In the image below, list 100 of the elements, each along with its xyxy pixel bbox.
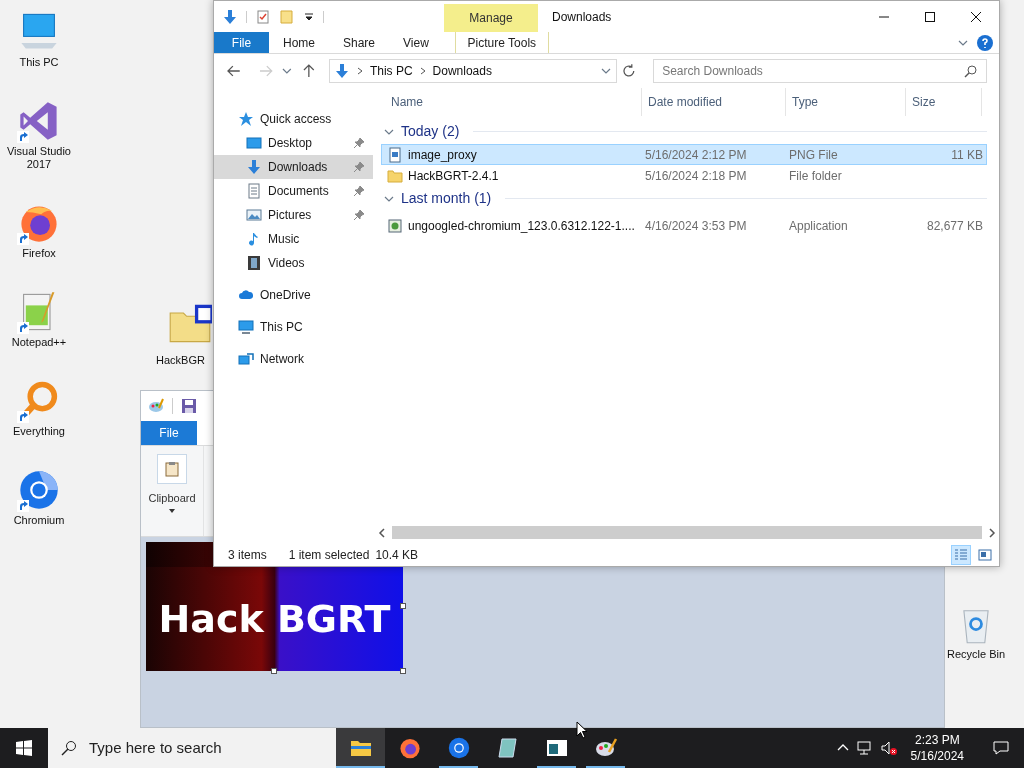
scroll-right-icon[interactable]	[986, 526, 998, 539]
network-icon[interactable]	[856, 740, 873, 756]
manage-tab[interactable]: Manage	[444, 4, 538, 32]
pin-icon[interactable]	[353, 185, 365, 197]
desktop-icon-label[interactable]: Recycle Bin	[946, 648, 1006, 661]
file-type: File folder	[788, 167, 843, 185]
desktop-icon-label[interactable]: Everything	[13, 425, 65, 438]
clipboard-group-label[interactable]: Clipboard	[148, 490, 196, 507]
resize-handle[interactable]	[400, 668, 406, 674]
resize-handle[interactable]	[400, 603, 406, 609]
nav-item[interactable]: Downloads	[214, 155, 373, 179]
column-header[interactable]: Name	[391, 93, 423, 111]
download-arrow-icon	[333, 63, 350, 79]
shortcut-arrow-icon	[17, 411, 29, 423]
column-header[interactable]: Date modified	[648, 93, 723, 111]
taskbar-search-field[interactable]: Type here to search	[48, 728, 336, 768]
image-edge	[146, 542, 213, 567]
file-row[interactable]: image_proxy 5/16/2024 2:12 PM PNG File 11 KB	[381, 144, 987, 165]
horizontal-scrollbar[interactable]	[392, 526, 982, 539]
ribbon-tab[interactable]: Share	[329, 32, 390, 53]
network-icon	[238, 351, 254, 367]
download-arrow-icon	[222, 8, 238, 25]
chromium-icon	[446, 736, 471, 760]
ribbon-tab[interactable]: Picture Tools	[454, 32, 549, 53]
nav-item-label: OneDrive	[260, 287, 311, 304]
dropdown-caret-icon[interactable]	[303, 10, 315, 23]
nav-item[interactable]: OneDrive	[214, 283, 373, 307]
running-indicator	[439, 766, 478, 768]
help-icon[interactable]	[977, 34, 993, 51]
nav-item-label: This PC	[260, 319, 303, 336]
desktop-icon-label[interactable]: Visual Studio 2017	[2, 145, 76, 171]
breadcrumb-chevron-icon[interactable]	[418, 67, 427, 75]
desktop-icon-label[interactable]: This PC	[19, 56, 59, 69]
nav-item[interactable]: Network	[214, 347, 373, 371]
large-icons-icon	[978, 548, 992, 562]
fox-globe-icon	[397, 736, 422, 760]
ribbon-tab[interactable]: Home	[269, 32, 329, 53]
properties-icon[interactable]	[255, 8, 271, 25]
dropdown-caret-icon[interactable]	[168, 506, 176, 515]
nav-item[interactable]: Quick access	[214, 107, 373, 131]
taskbar-app-button[interactable]	[336, 728, 385, 768]
pin-icon[interactable]	[353, 209, 365, 221]
file-row[interactable]: HackBGRT-2.4.1 5/16/2024 2:18 PM File folder	[381, 165, 987, 186]
windows-logo-icon	[16, 740, 32, 756]
nav-item-label: Pictures	[268, 207, 312, 224]
resize-handle[interactable]	[271, 668, 277, 674]
search-field[interactable]: Search Downloads	[653, 59, 987, 83]
breadcrumb-chevron-icon[interactable]	[355, 67, 364, 75]
ribbon-tab[interactable]: File	[214, 32, 269, 53]
notepad-icon	[495, 736, 520, 760]
nav-item[interactable]: Documents	[214, 179, 373, 203]
clipboard-icon	[164, 461, 180, 477]
nav-item[interactable]: Videos	[214, 251, 373, 275]
scroll-left-icon[interactable]	[376, 526, 388, 539]
file-row[interactable]: ungoogled-chromium_123.0.6312.122-1.... 4/16/2024 3:53 PM Application 82,677 KB	[381, 215, 987, 236]
nav-item[interactable]: This PC	[214, 315, 373, 339]
group-header[interactable]: Last month (1)	[401, 188, 492, 209]
desktop-icon-label[interactable]: Chromium	[13, 514, 65, 527]
speaker-icon[interactable]	[880, 740, 897, 756]
nav-item-label: Downloads	[268, 159, 328, 176]
monitor-icon	[238, 319, 254, 335]
image-canvas[interactable]: Hack BGRT	[146, 567, 403, 671]
desktop-icon-label[interactable]: Firefox	[22, 247, 56, 260]
shortcut-arrow-icon	[17, 500, 29, 512]
clock-date[interactable]: 5/16/2024	[910, 748, 964, 764]
desktop-icon-label[interactable]: HackBGR	[156, 354, 205, 367]
group-header[interactable]: Today (2)	[401, 121, 460, 142]
running-indicator	[586, 766, 625, 768]
running-indicator	[537, 766, 576, 768]
breadcrumb-item[interactable]: This PC	[369, 62, 413, 80]
file-name: HackBGRT-2.4.1	[408, 167, 499, 185]
shortcut-arrow-icon	[17, 233, 29, 245]
breadcrumb-item[interactable]: Downloads	[432, 62, 492, 80]
up-arrow-icon[interactable]	[301, 63, 317, 79]
ribbon-tab[interactable]: View	[389, 32, 443, 53]
column-header[interactable]: Type	[792, 93, 818, 111]
file-size: 11 KB	[951, 146, 983, 164]
search-placeholder: Search Downloads	[662, 63, 763, 80]
search-placeholder: Type here to search	[89, 737, 222, 758]
column-header[interactable]: Size	[912, 93, 936, 111]
search-icon	[964, 64, 978, 78]
file-name: ungoogled-chromium_123.0.6312.122-1....	[408, 217, 635, 235]
save-icon[interactable]	[181, 398, 197, 414]
folder-icon	[387, 167, 403, 184]
nav-item[interactable]: Pictures	[214, 203, 373, 227]
address-bar[interactable]: This PC Downloads	[328, 59, 618, 83]
desktop-icon	[246, 135, 262, 151]
paste-button[interactable]	[157, 454, 187, 484]
running-indicator	[336, 766, 385, 768]
file-tab[interactable]: File	[141, 421, 197, 445]
pin-icon[interactable]	[353, 137, 365, 149]
desktop-icon-label[interactable]: Notepad++	[11, 336, 67, 349]
nav-item[interactable]: Music	[214, 227, 373, 251]
palette-icon[interactable]	[148, 398, 164, 414]
file-type: PNG File	[788, 146, 839, 164]
nav-item-label: Videos	[268, 255, 305, 272]
back-arrow-icon[interactable]	[226, 63, 242, 79]
nav-item[interactable]: Desktop	[214, 131, 373, 155]
file-type: Application	[788, 217, 849, 235]
clock-time[interactable]: 2:23 PM	[914, 732, 960, 748]
